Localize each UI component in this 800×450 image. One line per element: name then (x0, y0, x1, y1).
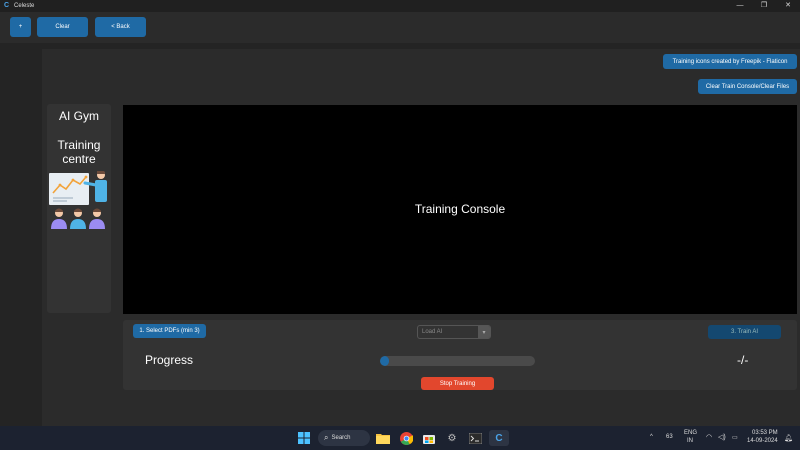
language-top[interactable]: ENG (684, 430, 697, 436)
app-window: + Clear < Back Training icons created by… (0, 12, 800, 426)
window-controls: — ❐ ✕ (728, 0, 800, 12)
main-panel: Training icons created by Freepik - Flat… (42, 49, 800, 426)
windows-start-icon[interactable] (296, 430, 312, 446)
search-label: Search (331, 435, 351, 441)
progress-bar (380, 356, 535, 366)
weather-temp[interactable]: 63 (666, 434, 673, 440)
progress-label: Progress (145, 353, 194, 367)
add-button[interactable]: + (10, 17, 31, 37)
window-titlebar: C Celeste — ❐ ✕ (0, 0, 800, 12)
progress-value: -/- (737, 353, 749, 367)
progress-fill (380, 356, 390, 366)
clock-date[interactable]: 14-09-2024 (747, 438, 778, 444)
wifi-icon[interactable]: ◠ (706, 433, 712, 441)
tray-overflow-icon[interactable]: ^ (650, 434, 653, 440)
terminal-icon[interactable] (467, 430, 483, 446)
back-button[interactable]: < Back (95, 17, 146, 37)
credit-button[interactable]: Training icons created by Freepik - Flat… (663, 54, 797, 69)
app-logo-icon: C (4, 2, 10, 9)
train-ai-button[interactable]: 3. Train AI (708, 325, 781, 339)
chrome-icon[interactable] (398, 430, 414, 446)
select-pdfs-button[interactable]: 1. Select PDFs (min 3) (133, 324, 206, 338)
top-toolbar: + Clear < Back (0, 12, 800, 43)
window-title: Celeste (14, 3, 35, 9)
language-bottom[interactable]: IN (687, 438, 693, 444)
load-ai-select[interactable]: Load AI ▾ (417, 325, 491, 339)
training-console: Training Console (123, 105, 797, 314)
taskbar-search[interactable]: ⌕ Search (318, 430, 370, 446)
load-ai-value: Load AI (422, 329, 443, 335)
clear-button[interactable]: Clear (37, 17, 88, 37)
maximize-button[interactable]: ❐ (752, 0, 776, 12)
taskbar: ⌕ Search ⚙ C ^ 63 ENG IN ◠ ◁) ▭ 03:53 PM… (0, 426, 800, 450)
search-icon: ⌕ (324, 433, 329, 442)
notification-bell-icon[interactable]: 🔔︎ (784, 434, 793, 442)
store-icon[interactable] (421, 430, 437, 446)
stop-training-button[interactable]: Stop Training (421, 377, 494, 390)
celeste-app-icon[interactable]: C (489, 430, 509, 446)
chevron-down-icon[interactable]: ▾ (478, 326, 490, 338)
battery-icon[interactable]: ▭ (732, 434, 738, 441)
sidebar: AI Gym Training centre (47, 104, 111, 313)
training-illustration-icon (49, 171, 107, 229)
volume-icon[interactable]: ◁) (718, 433, 726, 441)
training-title: Training centre (57, 138, 101, 166)
gym-title: AI Gym (58, 109, 99, 123)
close-button[interactable]: ✕ (776, 0, 800, 12)
clear-console-button[interactable]: Clear Train Console/Clear Files (698, 79, 797, 94)
training-controls: 1. Select PDFs (min 3) Load AI ▾ 3. Trai… (123, 320, 797, 390)
settings-gear-icon[interactable]: ⚙ (444, 430, 460, 446)
clock-time[interactable]: 03:53 PM (752, 430, 778, 436)
console-label: Training Console (414, 202, 506, 216)
minimize-button[interactable]: — (728, 0, 752, 12)
file-explorer-icon[interactable] (375, 430, 391, 446)
